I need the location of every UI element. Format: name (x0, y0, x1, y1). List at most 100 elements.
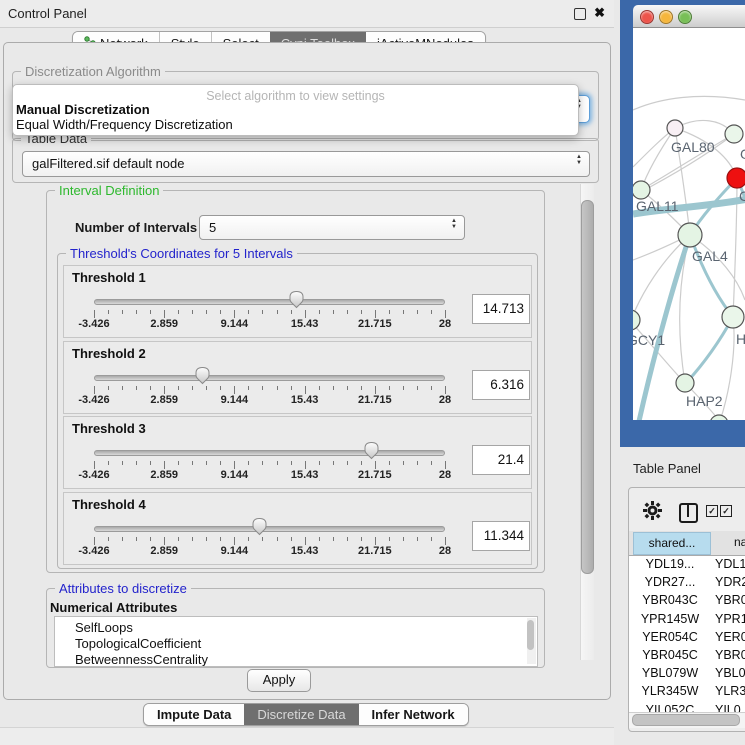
table-scrollbar-thumb[interactable] (632, 714, 740, 726)
column-settings-icon[interactable] (679, 503, 698, 523)
threshold-label: Threshold 1 (72, 270, 146, 285)
threshold-value-box[interactable]: 11.344 (472, 521, 530, 551)
threshold-value-box[interactable]: 21.4 (472, 445, 530, 475)
close-traffic-light-icon[interactable] (640, 10, 654, 24)
number-of-intervals-label: Number of Intervals (75, 220, 197, 235)
network-node-hap2[interactable] (676, 374, 694, 392)
table-row[interactable]: YLR345W YLR3 (629, 684, 745, 702)
table-row[interactable]: YDL19... YDL1 (629, 557, 745, 575)
checkbox-icon[interactable]: ✓ (720, 505, 732, 517)
slider-scale-label: -3.426 (78, 469, 109, 481)
slider-track[interactable] (94, 375, 445, 381)
minimize-traffic-light-icon[interactable] (659, 10, 673, 24)
network-node-gal80[interactable] (667, 120, 683, 136)
network-node-h[interactable] (722, 306, 744, 328)
tab-impute-data[interactable]: Impute Data (144, 704, 244, 725)
slider-scale-label: 15.43 (291, 545, 319, 557)
slider-thumb[interactable] (363, 441, 380, 460)
cell-name[interactable]: YBR0 (715, 648, 745, 662)
cell-shared-name[interactable]: YBR043C (631, 593, 709, 607)
cell-shared-name[interactable]: YPR145W (631, 612, 709, 626)
attribute-item-betweennesscentrality[interactable]: BetweennessCentrality (75, 652, 208, 667)
cell-name[interactable]: YPR1 (715, 612, 745, 626)
cell-shared-name[interactable]: YDL19... (631, 557, 709, 571)
table-row[interactable]: YDR27... YDR2 (629, 575, 745, 593)
cell-name[interactable]: YBL0 (715, 666, 745, 680)
slider-track[interactable] (94, 526, 445, 532)
cell-name[interactable]: YIL0 (715, 703, 741, 712)
control-panel-titlebar: Control Panel ✖ (0, 0, 614, 28)
slider-scale-label: 28 (439, 545, 451, 557)
threshold-row: Threshold 2-3.4262.8599.14415.4321.71528… (63, 341, 532, 414)
column-header-name[interactable]: na (712, 532, 745, 553)
list-scrollbar-thumb[interactable] (527, 620, 534, 650)
slider-scale-label: 21.715 (358, 394, 392, 406)
tab-discretize-data[interactable]: Discretize Data (244, 704, 358, 725)
float-window-icon[interactable] (574, 8, 586, 20)
attributes-group-title: Attributes to discretize (55, 581, 191, 596)
cell-name[interactable]: YLR3 (715, 684, 745, 698)
checkbox-icon[interactable]: ✓ (706, 505, 718, 517)
network-canvas[interactable]: GAL80GACGAL11GAL4GCY1HHAP2 (633, 28, 745, 420)
threshold-row: Threshold 1 -3.4262.8599.14415.4321.71528… (63, 265, 532, 338)
threshold-value-box[interactable]: 14.713 (472, 294, 530, 324)
slider-track[interactable] (94, 450, 445, 456)
numerical-attributes-label: Numerical Attributes (50, 600, 177, 615)
network-node-gal4[interactable] (678, 223, 702, 247)
table-row[interactable]: YBL079W YBL0 (629, 666, 745, 684)
network-node[interactable] (710, 415, 728, 420)
cell-shared-name[interactable]: YIL052C (631, 703, 709, 712)
slider-scale-label: 9.144 (221, 545, 249, 557)
number-of-intervals-combobox[interactable]: 5 ▲▼ (199, 215, 465, 240)
network-node-c[interactable] (727, 168, 745, 188)
number-of-intervals-value: 5 (209, 220, 216, 235)
slider-scale: -3.4262.8599.14415.4321.71528 (94, 318, 445, 331)
table-row[interactable]: YBR045C YBR0 (629, 648, 745, 666)
network-node-ga[interactable] (725, 125, 743, 143)
cell-name[interactable]: YBR0 (715, 593, 745, 607)
numerical-attributes-list[interactable]: SelfLoopsTopologicalCoefficientBetweenne… (54, 616, 538, 667)
cell-name[interactable]: YDL1 (715, 557, 745, 571)
attribute-item-selfloops[interactable]: SelfLoops (75, 620, 133, 635)
cell-shared-name[interactable]: YER054C (631, 630, 709, 644)
cell-shared-name[interactable]: YBR045C (631, 648, 709, 662)
table-data-combobox[interactable]: galFiltered.sif default node ▲▼ (22, 151, 590, 177)
threshold-value-box[interactable]: 6.316 (472, 370, 530, 400)
popup-option-manual-discretization[interactable]: Manual Discretization (16, 102, 150, 117)
table-header: shared... na (629, 531, 745, 556)
apply-button[interactable]: Apply (247, 669, 311, 692)
list-scrollbar[interactable] (527, 618, 536, 664)
slider-scale-label: 15.43 (291, 394, 319, 406)
control-panel-title: Control Panel (8, 6, 87, 21)
tab-infer-network[interactable]: Infer Network (359, 704, 468, 725)
attribute-item-topologicalcoefficient[interactable]: TopologicalCoefficient (75, 636, 201, 651)
table-row[interactable]: YIL052C YIL0 (629, 703, 745, 712)
network-node-gal11[interactable] (633, 181, 650, 199)
table-row[interactable]: YPR145W YPR1 (629, 612, 745, 630)
table-row[interactable]: YER054C YER0 (629, 630, 745, 648)
close-icon[interactable]: ✖ (594, 5, 605, 21)
cell-shared-name[interactable]: YBL079W (631, 666, 709, 680)
cell-shared-name[interactable]: YDR27... (631, 575, 709, 589)
slider-scale-label: 15.43 (291, 469, 319, 481)
slider-scale-label: -3.426 (78, 318, 109, 330)
zoom-traffic-light-icon[interactable] (678, 10, 692, 24)
cell-name[interactable]: YDR2 (715, 575, 745, 589)
slider-scale-label: 9.144 (221, 469, 249, 481)
network-node-label: GAL80 (671, 139, 715, 155)
table-row[interactable]: YBR043C YBR0 (629, 593, 745, 611)
slider-thumb[interactable] (251, 517, 268, 536)
column-header-shared-name[interactable]: shared... (633, 532, 711, 555)
gear-icon[interactable] (643, 501, 662, 520)
slider-scale-label: 15.43 (291, 318, 319, 330)
cell-name[interactable]: YER0 (715, 630, 745, 644)
popup-option-equal-width-frequency-discretization[interactable]: Equal Width/Frequency Discretization (16, 117, 233, 132)
network-node-gcy1[interactable] (633, 310, 640, 330)
cell-shared-name[interactable]: YLR345W (631, 684, 709, 698)
network-window-titlebar[interactable] (633, 5, 745, 28)
combo-arrows-icon: ▲▼ (576, 154, 582, 166)
settings-scrollbar-thumb[interactable] (581, 200, 594, 574)
slider-track[interactable] (94, 299, 445, 305)
slider-thumb[interactable] (194, 366, 211, 385)
slider-thumb[interactable] (288, 290, 305, 309)
